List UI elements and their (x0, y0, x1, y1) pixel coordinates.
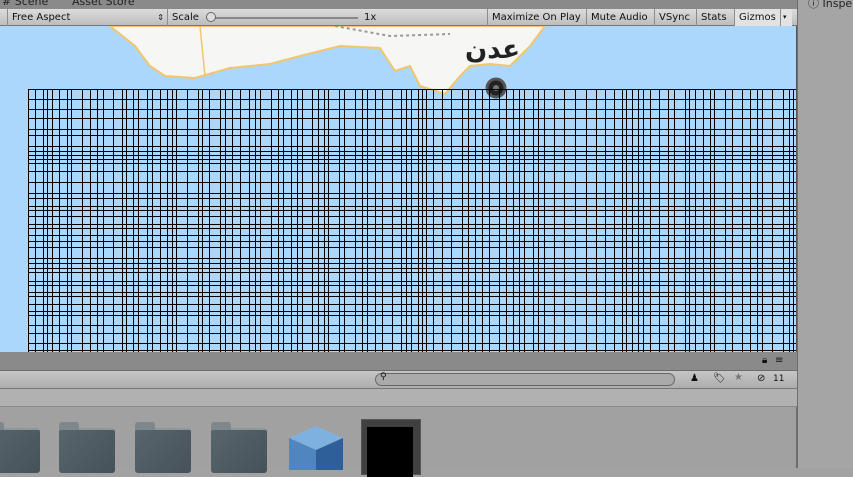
project-header: 🔒︎ ≡ (0, 352, 797, 371)
folder-asset[interactable] (59, 422, 115, 473)
texture-asset[interactable] (361, 419, 421, 477)
stats-button[interactable]: Stats (696, 9, 731, 26)
search-icon: ⚲ (380, 372, 387, 382)
aspect-dropdown[interactable]: Free Aspect ⇕ (7, 9, 167, 26)
gizmos-arrow-icon[interactable]: ▾ (780, 9, 792, 26)
scale-slider[interactable] (208, 17, 358, 19)
scale-label: Scale (172, 12, 199, 23)
filter-label-icon[interactable]: 🏷︎ (713, 373, 726, 384)
aspect-label: Free Aspect (12, 12, 71, 23)
menu-icon[interactable]: ≡ (775, 355, 783, 366)
gizmos-label: Gizmos (739, 12, 776, 23)
folder-asset[interactable] (135, 422, 191, 473)
tab-inspector[interactable]: ⓘ Inspe (808, 0, 852, 11)
scale-slider-thumb[interactable] (206, 12, 216, 22)
game-toolbar: Free Aspect ⇕ Scale 1x Maximize On Play M… (0, 9, 797, 26)
game-view[interactable]: عدن (0, 26, 797, 352)
editor-tabs: # Scene Asset Store (0, 0, 797, 9)
inspector-panel: ⓘ Inspe (797, 0, 853, 468)
map-city-label: عدن (465, 35, 520, 65)
tab-asset-store[interactable]: Asset Store (72, 0, 135, 8)
inspector-tab-label: Inspe (822, 0, 853, 10)
prefab-cube-icon[interactable] (287, 424, 345, 470)
hidden-eye-icon[interactable]: ⊘ (757, 373, 765, 384)
breadcrumb-strip (0, 389, 797, 407)
scale-value: 1x (364, 12, 377, 23)
favorite-star-icon[interactable]: ★ (734, 372, 743, 383)
tab-scene[interactable]: # Scene (2, 0, 48, 8)
map-canvas: عدن (28, 26, 796, 352)
vsync-button[interactable]: VSync (654, 9, 694, 26)
hidden-count: 11 (773, 374, 785, 384)
folder-asset[interactable] (0, 422, 40, 473)
grid-overlay (28, 89, 796, 352)
folder-asset[interactable] (211, 422, 267, 473)
project-toolbar: ⚲ ♟ 🏷︎ ★ ⊘ 11 (0, 371, 797, 389)
scale-control: Scale 1x (167, 9, 487, 26)
mute-audio-button[interactable]: Mute Audio (586, 9, 652, 26)
updown-icon: ⇕ (157, 13, 164, 22)
filter-type-icon[interactable]: ♟ (690, 373, 699, 384)
maximize-on-play-button[interactable]: Maximize On Play (487, 9, 585, 26)
search-input[interactable]: ⚲ (375, 372, 675, 386)
texture-thumbnail (367, 427, 413, 477)
lock-icon[interactable]: 🔒︎ (762, 355, 767, 366)
asset-grid (0, 407, 797, 477)
